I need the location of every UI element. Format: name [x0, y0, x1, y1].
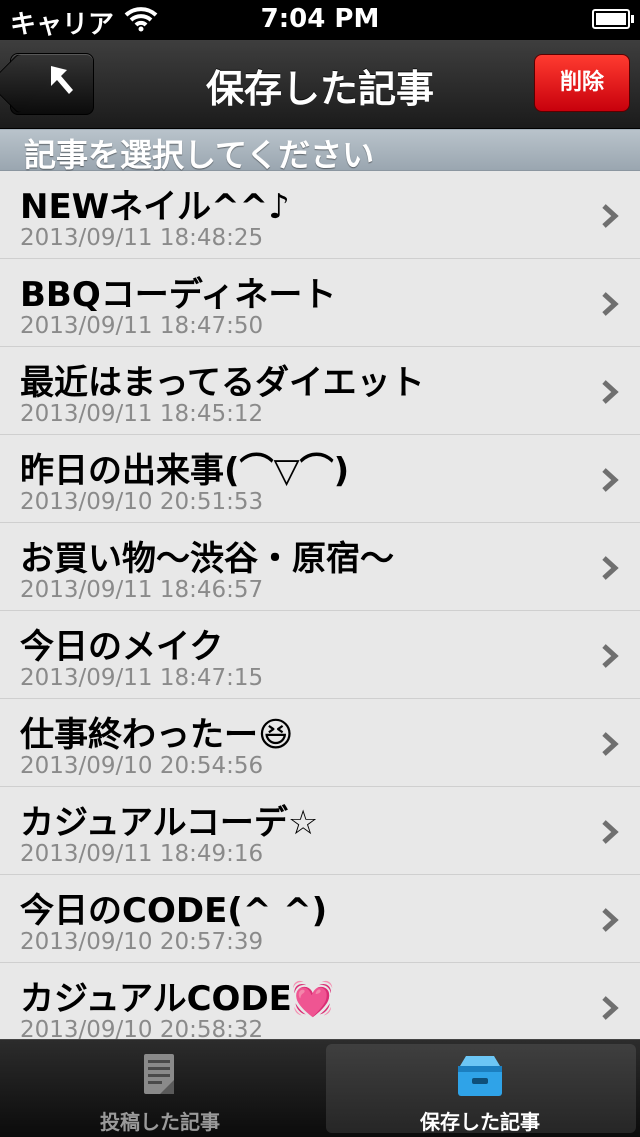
article-title: 今日のCODE(^ ^) [20, 891, 328, 931]
tab-label: 投稿した記事 [100, 1110, 220, 1134]
article-row[interactable]: カジュアルコーデ☆ 2013/09/11 18:49:16 [0, 787, 640, 875]
article-title: NEWネイル^^♪ [20, 187, 290, 227]
chevron-right-icon [602, 820, 619, 844]
article-list: NEWネイル^^♪ 2013/09/11 18:48:25 BBQコーディネート… [0, 171, 640, 1039]
article-date: 2013/09/11 18:49:16 [20, 841, 264, 867]
chevron-right-icon [602, 732, 619, 756]
article-title: 昨日の出来事(⌒▽⌒) [20, 451, 350, 491]
document-icon [144, 1054, 174, 1094]
article-date: 2013/09/11 18:48:25 [20, 225, 264, 251]
article-row[interactable]: 今日のメイク 2013/09/11 18:47:15 [0, 611, 640, 699]
status-bar: キャリア 7:04 PM [0, 0, 640, 40]
article-date: 2013/09/10 20:58:32 [20, 1017, 264, 1039]
article-date: 2013/09/11 18:47:15 [20, 665, 264, 691]
article-row[interactable]: 昨日の出来事(⌒▽⌒) 2013/09/10 20:51:53 [0, 435, 640, 523]
article-title: カジュアルCODE💓 [20, 979, 335, 1019]
navigation-bar: 保存した記事 削除 [0, 40, 640, 129]
article-row[interactable]: 仕事終わったー😆 2013/09/10 20:54:56 [0, 699, 640, 787]
back-button[interactable] [10, 53, 94, 115]
chevron-right-icon [602, 204, 619, 228]
article-date: 2013/09/11 18:45:12 [20, 401, 264, 427]
back-arrow-icon [51, 66, 73, 94]
article-row[interactable]: カジュアルCODE💓 2013/09/10 20:58:32 [0, 963, 640, 1039]
article-date: 2013/09/10 20:57:39 [20, 929, 264, 955]
chevron-right-icon [602, 644, 619, 668]
article-date: 2013/09/11 18:46:57 [20, 577, 264, 603]
article-row[interactable]: NEWネイル^^♪ 2013/09/11 18:48:25 [0, 171, 640, 259]
chevron-right-icon [602, 556, 619, 580]
chevron-right-icon [602, 996, 619, 1020]
article-date: 2013/09/10 20:51:53 [20, 489, 264, 515]
article-row[interactable]: 最近はまってるダイエット 2013/09/11 18:45:12 [0, 347, 640, 435]
article-title: お買い物〜渋谷・原宿〜 [20, 539, 394, 579]
chevron-right-icon [602, 908, 619, 932]
article-row[interactable]: お買い物〜渋谷・原宿〜 2013/09/11 18:46:57 [0, 523, 640, 611]
article-title: 最近はまってるダイエット [20, 363, 425, 403]
article-title: カジュアルコーデ☆ [20, 803, 319, 843]
article-title: 仕事終わったー😆 [20, 715, 294, 755]
status-time: 7:04 PM [260, 4, 380, 34]
article-title: 今日のメイク [20, 627, 224, 667]
chevron-right-icon [602, 468, 619, 492]
section-header-label: 記事を選択してください [24, 136, 375, 174]
article-title: BBQコーディネート [20, 275, 337, 315]
delete-button[interactable]: 削除 [534, 54, 630, 112]
article-row[interactable]: 今日のCODE(^ ^) 2013/09/10 20:57:39 [0, 875, 640, 963]
file-box-icon [458, 1056, 502, 1096]
chevron-right-icon [602, 380, 619, 404]
article-row[interactable]: BBQコーディネート 2013/09/11 18:47:50 [0, 259, 640, 347]
chevron-right-icon [602, 292, 619, 316]
article-date: 2013/09/10 20:54:56 [20, 753, 264, 779]
page-title: 保存した記事 [205, 67, 434, 111]
tab-posted-articles[interactable]: 投稿した記事 [0, 1040, 320, 1137]
article-date: 2013/09/11 18:47:50 [20, 313, 264, 339]
tab-saved-articles[interactable]: 保存した記事 [320, 1040, 640, 1137]
battery-icon [592, 9, 634, 29]
section-header: 記事を選択してください [0, 129, 640, 174]
tab-bar: 投稿した記事 保存した記事 [0, 1039, 640, 1137]
tab-label: 保存した記事 [420, 1110, 540, 1134]
